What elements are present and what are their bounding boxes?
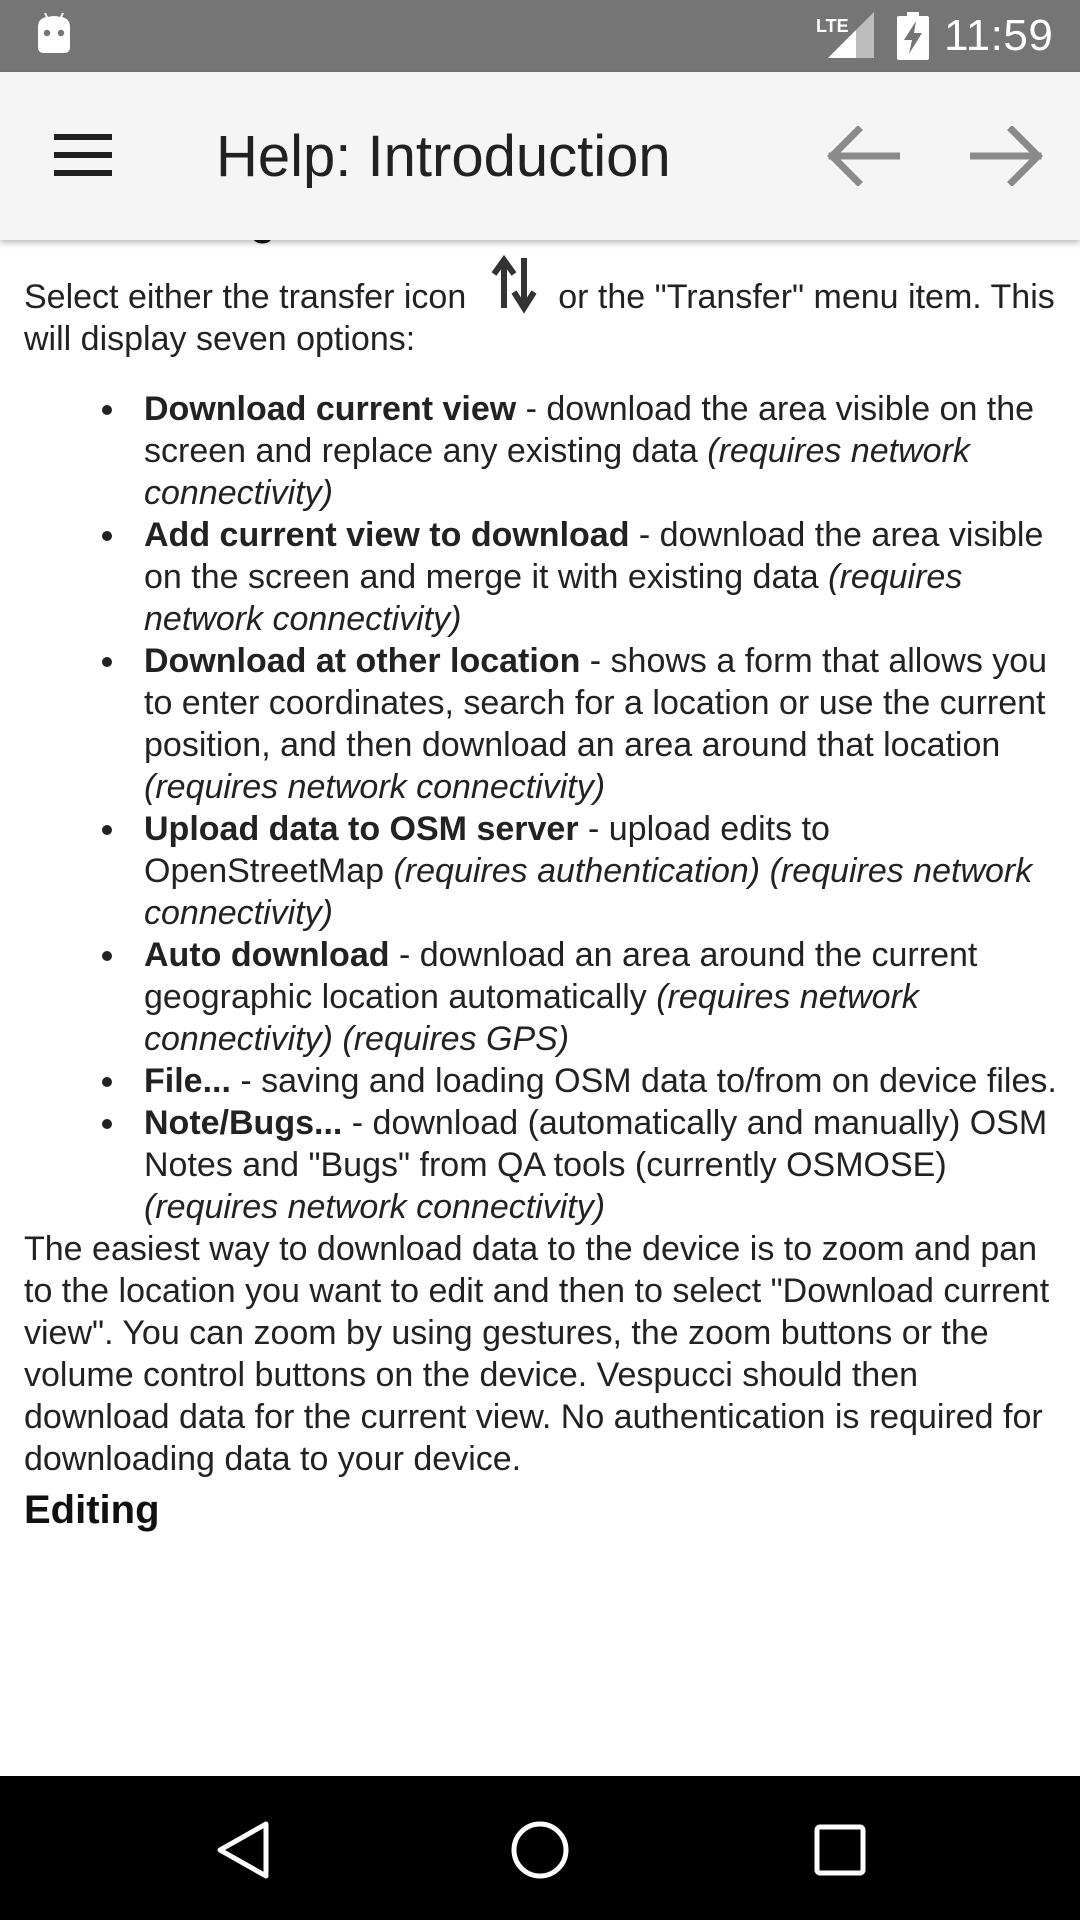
option-name: Download at other location [144,642,581,680]
section-title: Downloading OSM Data [24,240,1064,252]
transfer-options-list: Download current view - download the are… [24,388,1064,1228]
bullet [102,1077,112,1087]
nav-recent-icon[interactable] [814,1824,866,1876]
help-article: Downloading OSM Data Select either the t… [24,240,1064,1540]
intro-paragraph: Select either the transfer icon or the "… [24,252,1064,360]
nav-back-icon[interactable] [214,1820,270,1880]
bullet [102,825,112,835]
bullet [102,1119,112,1129]
transfer-icon [491,254,537,314]
section-title-editing: Editing [24,1488,160,1532]
bullet [102,951,112,961]
page-title: Help: Introduction [216,124,671,189]
option-note: (requires network connectivity) [144,768,606,806]
list-item: Add current view to download - download … [102,514,1064,640]
clock: 11:59 [944,11,1054,60]
list-item: Note/Bugs... - download (automatically a… [102,1102,1064,1228]
list-item: Upload data to OSM server - upload edits… [102,808,1064,934]
list-item: Download at other location - shows a for… [102,640,1064,808]
bullet [102,657,112,667]
android-icon [38,13,70,53]
status-bar: LTE 11:59 [0,0,1080,72]
lte-signal-icon: LTE [816,12,874,58]
option-name: Download current view [144,390,517,428]
list-item: File... - saving and loading OSM data to… [102,1060,1064,1102]
arrow-forward-icon[interactable] [970,126,1044,186]
nav-home-icon[interactable] [510,1820,570,1880]
system-nav-bar [0,1776,1080,1920]
intro-text-before: Select either the transfer icon [24,278,467,316]
help-content[interactable]: Downloading OSM Data Select either the t… [0,240,1080,1776]
option-name: Add current view to download [144,516,630,554]
arrow-back-icon[interactable] [826,126,900,186]
lte-label: LTE [816,16,849,36]
list-item: Download current view - download the are… [102,388,1064,514]
hamburger-menu-icon[interactable] [54,134,112,176]
bullet [102,531,112,541]
option-desc: - saving and loading OSM data to/from on… [230,1062,1057,1100]
option-name: Auto download [144,936,390,974]
battery-charging-icon [897,12,929,60]
option-name: Note/Bugs... [144,1104,343,1142]
app-bar: Help: Introduction [0,72,1080,240]
bullet [102,405,112,415]
option-note: (requires network connectivity) [144,1188,606,1226]
download-paragraph: The easiest way to download data to the … [24,1230,1050,1478]
option-name: File... [144,1062,231,1100]
list-item: Auto download - download an area around … [102,934,1064,1060]
option-name: Upload data to OSM server [144,810,579,848]
